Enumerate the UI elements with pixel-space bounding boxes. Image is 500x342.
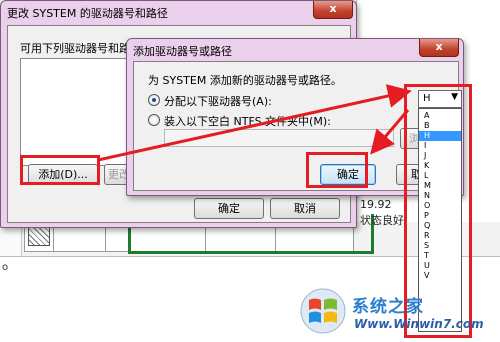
- watermark-url: Www.Winwin7.com: [354, 317, 484, 331]
- windows-logo-icon: [300, 288, 346, 334]
- arrow-add-to-combo: [97, 84, 412, 162]
- annotation-arrows: [97, 84, 412, 162]
- arrow-combo-to-ok: [370, 109, 410, 155]
- watermark-title: 系统之家: [352, 297, 424, 317]
